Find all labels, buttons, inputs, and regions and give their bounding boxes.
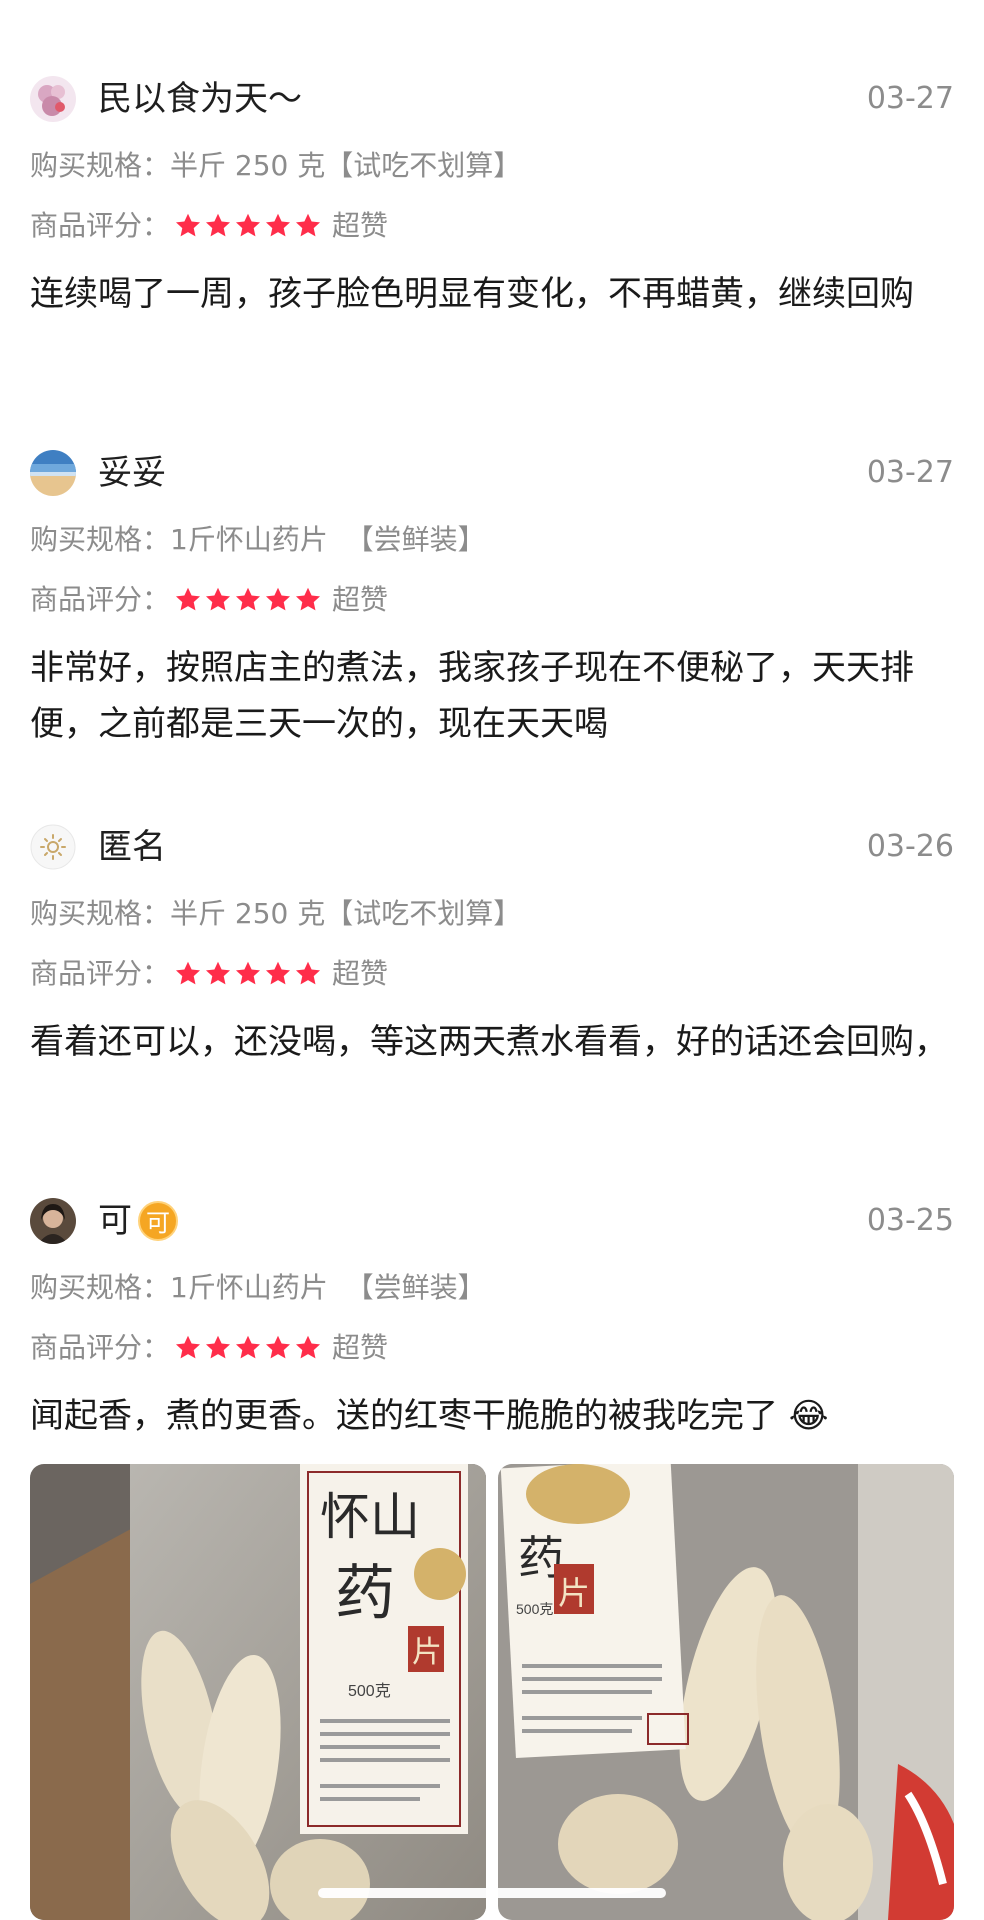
rating-label: 商品评分： <box>30 957 171 990</box>
purchase-spec: 购买规格：半斤 250 克【试吃不划算】 <box>30 146 521 186</box>
spec-value: 半斤 250 克【试吃不划算】 <box>170 897 522 930</box>
rating-row: 商品评分： 超赞 <box>30 580 388 620</box>
star-icon <box>175 961 201 985</box>
vip-badge: 可 <box>138 1201 178 1241</box>
rating-label: 商品评分： <box>30 209 171 242</box>
review-content: 闻起香，煮的更香。送的红枣干脆脆的被我吃完了 😂 <box>30 1396 829 1436</box>
label-text: 500克 <box>348 1682 391 1700</box>
username[interactable]: 民以食为天～ <box>98 76 302 122</box>
review-content: 看着还可以，还没喝，等这两天煮水看看，好的话还会回购， <box>30 1022 948 1062</box>
star-rating <box>174 212 324 240</box>
star-rating <box>174 586 324 614</box>
rating-text: 超赞 <box>332 957 389 990</box>
purchase-spec: 购买规格：1斤怀山药片 【尝鲜装】 <box>30 1268 486 1308</box>
star-icon <box>295 587 321 611</box>
purchase-spec: 购买规格：半斤 250 克【试吃不划算】 <box>30 894 521 934</box>
star-icon <box>205 1335 231 1359</box>
star-icon <box>235 1335 261 1359</box>
rating-text: 超赞 <box>332 1331 389 1364</box>
label-text: 药 <box>335 1561 395 1627</box>
star-icon <box>235 213 261 237</box>
rating-label: 商品评分： <box>30 583 171 616</box>
star-icon <box>295 213 321 237</box>
label-text: 500克 <box>516 1601 553 1617</box>
spec-value: 1斤怀山药片 【尝鲜装】 <box>170 523 486 556</box>
username[interactable]: 妥妥 <box>98 450 166 496</box>
rating-text: 超赞 <box>332 209 389 242</box>
review-photo[interactable]: 药 片 500克 <box>498 1464 954 1920</box>
spec-label: 购买规格： <box>30 149 171 182</box>
review-date: 03-27 <box>866 455 954 490</box>
star-icon <box>175 587 201 611</box>
avatar[interactable] <box>30 76 76 122</box>
review-photos: 怀山 药 片 500克 药 片 500克 <box>30 1464 954 1920</box>
star-icon <box>265 961 291 985</box>
star-icon <box>295 1335 321 1359</box>
avatar[interactable] <box>30 1198 76 1244</box>
username-text: 可 <box>98 1201 132 1241</box>
spec-label: 购买规格： <box>30 523 171 556</box>
rating-text: 超赞 <box>332 583 389 616</box>
username[interactable]: 匿名 <box>98 824 166 870</box>
review-content: 连续喝了一周，孩子脸色明显有变化，不再蜡黄，继续回购 <box>30 274 914 314</box>
label-text: 片 <box>412 1636 442 1669</box>
spec-value: 1斤怀山药片 【尝鲜装】 <box>170 1271 486 1304</box>
home-indicator[interactable] <box>318 1888 666 1898</box>
star-icon <box>265 1335 291 1359</box>
star-rating <box>174 1334 324 1362</box>
star-icon <box>175 213 201 237</box>
star-icon <box>205 587 231 611</box>
star-icon <box>205 961 231 985</box>
avatar[interactable] <box>30 450 76 496</box>
avatar[interactable] <box>30 824 76 870</box>
star-icon <box>175 1335 201 1359</box>
spec-value: 半斤 250 克【试吃不划算】 <box>170 149 522 182</box>
review-date: 03-27 <box>866 81 954 116</box>
label-text: 片 <box>558 1575 590 1611</box>
star-icon <box>235 961 261 985</box>
username[interactable]: 可 可 <box>98 1198 178 1244</box>
review-date: 03-26 <box>866 829 954 864</box>
star-icon <box>205 213 231 237</box>
star-icon <box>295 961 321 985</box>
review-photo[interactable]: 怀山 药 片 500克 <box>30 1464 486 1920</box>
star-icon <box>235 587 261 611</box>
rating-row: 商品评分： 超赞 <box>30 1328 388 1368</box>
star-rating <box>174 960 324 988</box>
spec-label: 购买规格： <box>30 897 171 930</box>
rating-row: 商品评分： 超赞 <box>30 206 388 246</box>
rating-label: 商品评分： <box>30 1331 171 1364</box>
review-date: 03-25 <box>866 1203 954 1238</box>
star-icon <box>265 587 291 611</box>
label-text: 怀山 <box>320 1489 420 1545</box>
purchase-spec: 购买规格：1斤怀山药片 【尝鲜装】 <box>30 520 486 560</box>
spec-label: 购买规格： <box>30 1271 171 1304</box>
star-icon <box>265 213 291 237</box>
rating-row: 商品评分： 超赞 <box>30 954 388 994</box>
review-content: 非常好，按照店主的煮法，我家孩子现在不便秘了，天天排便，之前都是三天一次的，现在… <box>30 648 914 744</box>
